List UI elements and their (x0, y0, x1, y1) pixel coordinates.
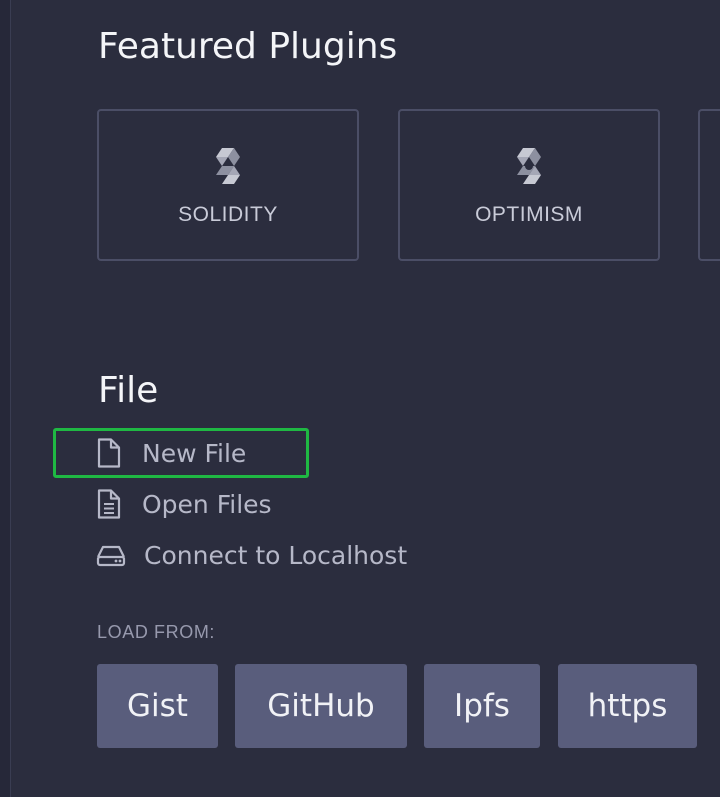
load-github-button[interactable]: GitHub (235, 664, 407, 748)
new-file-button[interactable]: New File (96, 436, 246, 470)
hard-drive-icon (96, 545, 126, 567)
connect-localhost-label: Connect to Localhost (144, 540, 408, 570)
open-files-label: Open Files (142, 489, 272, 519)
connect-localhost-button[interactable]: Connect to Localhost (96, 538, 407, 572)
plugin-card-partial[interactable] (698, 109, 720, 261)
plugin-card-label: SOLIDITY (178, 203, 278, 226)
optimism-logo-icon (517, 148, 541, 184)
plugin-card-label: OPTIMISM (475, 203, 583, 226)
load-ipfs-button[interactable]: Ipfs (424, 664, 540, 748)
plugin-card-optimism[interactable]: OPTIMISM (398, 109, 660, 261)
new-file-icon (97, 438, 121, 468)
load-gist-button[interactable]: Gist (97, 664, 218, 748)
new-file-label: New File (142, 438, 247, 468)
load-from-label: LOAD FROM: (97, 622, 216, 642)
open-files-icon (97, 489, 121, 519)
load-https-button[interactable]: https (558, 664, 697, 748)
left-panel-edge (0, 0, 11, 797)
featured-plugins-title: Featured Plugins (98, 26, 398, 67)
solidity-logo-icon (216, 148, 240, 184)
open-files-button[interactable]: Open Files (96, 487, 272, 521)
file-section-title: File (98, 370, 159, 411)
plugin-card-solidity[interactable]: SOLIDITY (97, 109, 359, 261)
